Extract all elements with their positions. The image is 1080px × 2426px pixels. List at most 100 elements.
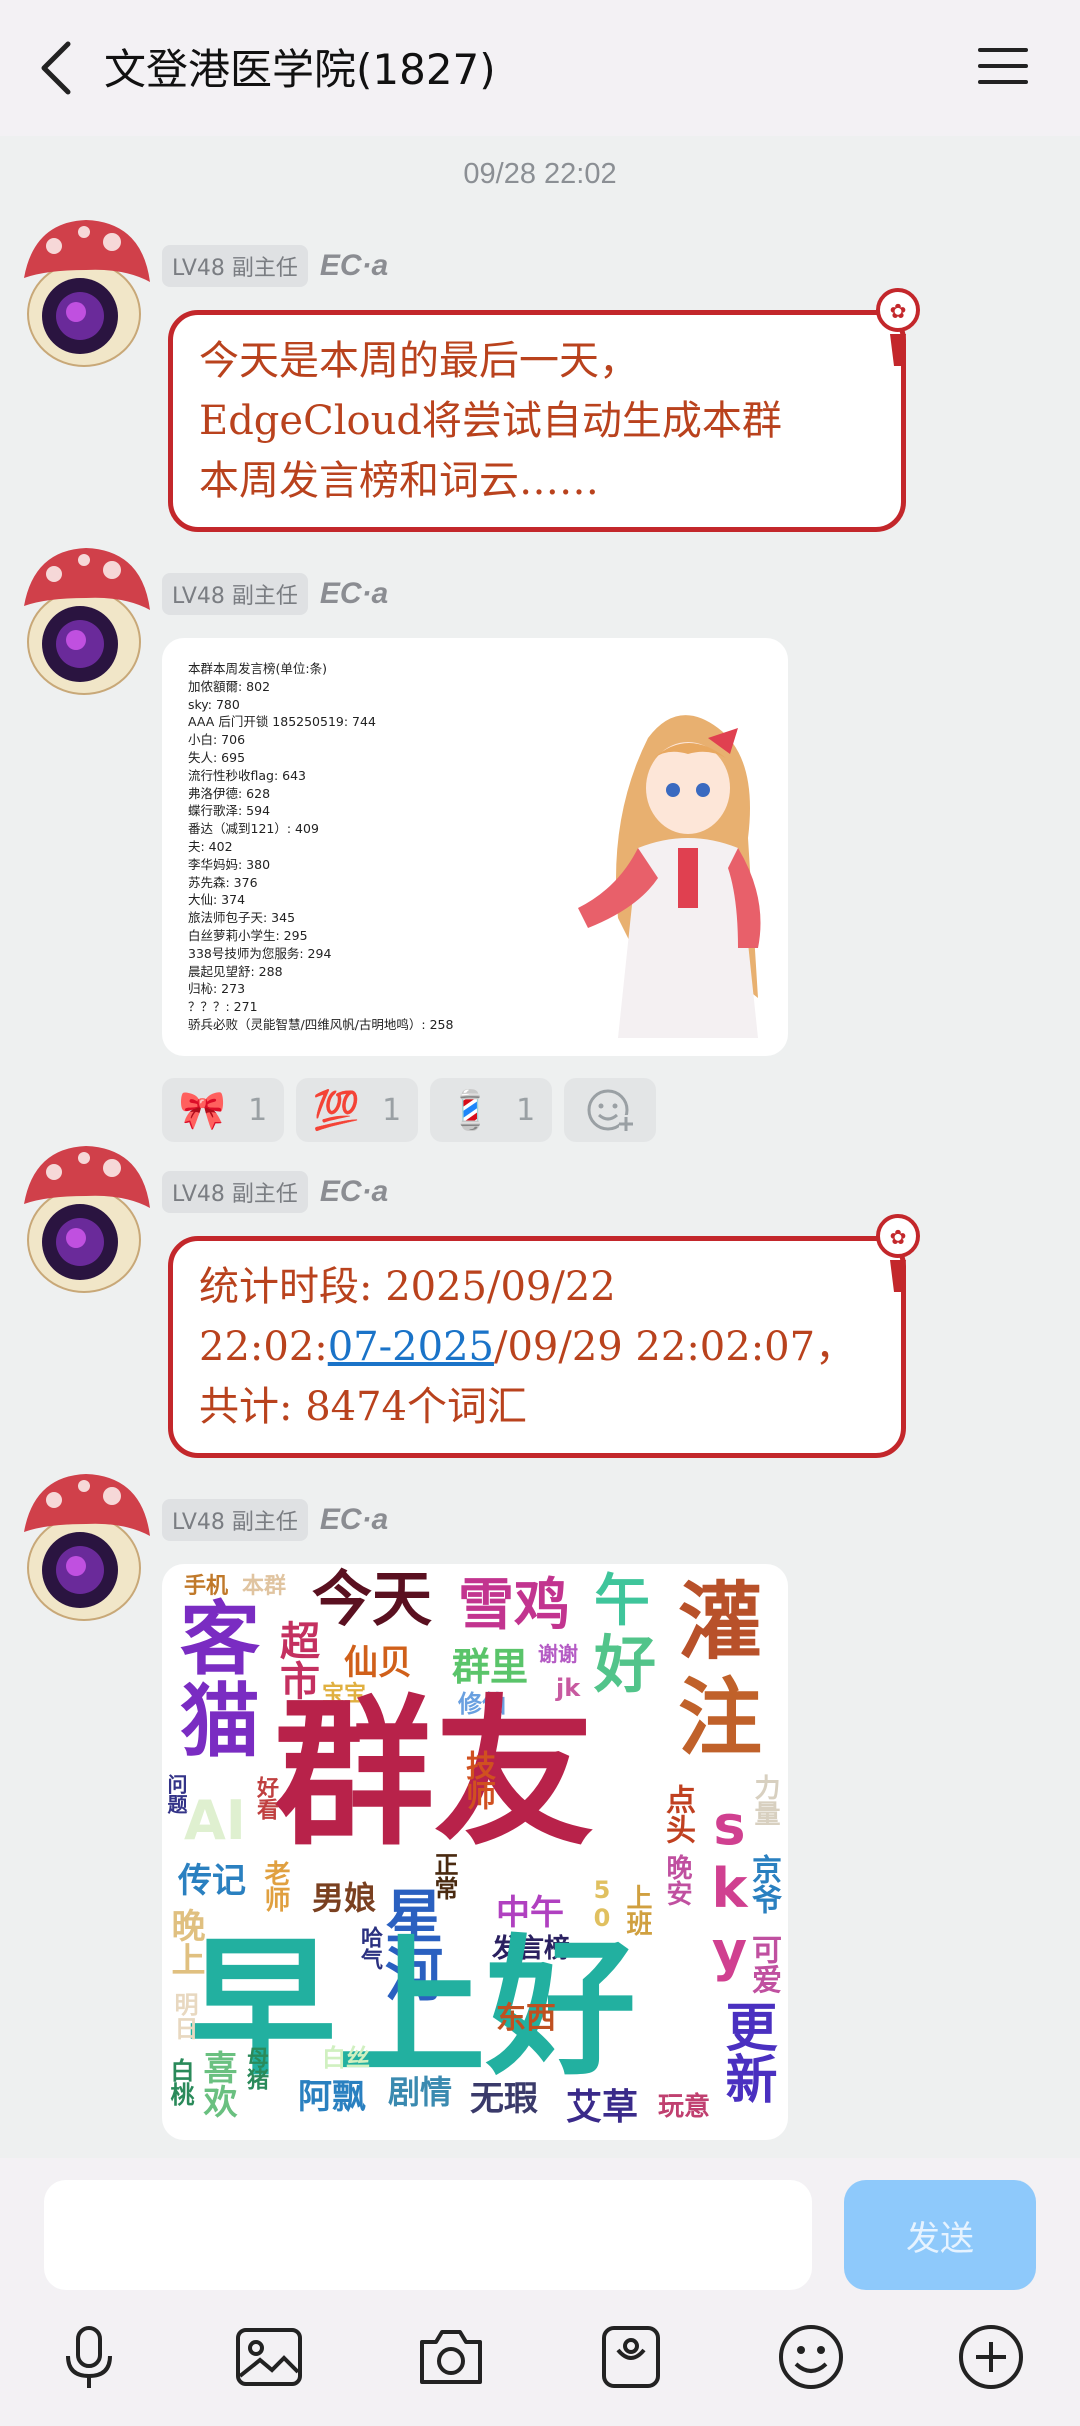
- word: 玩意: [658, 2092, 711, 2122]
- image-icon[interactable]: [232, 2320, 306, 2394]
- sender-meta: LV48 副主任 EC·a: [162, 573, 388, 615]
- bubble-decoration-icon: ✿: [876, 1214, 920, 1292]
- word: 今天: [312, 1565, 432, 1635]
- sender-meta: LV48 副主任 EC·a: [162, 1499, 388, 1541]
- word-cloud-image[interactable]: 手机 本群 今天 雪鸡 午 好 灌 注 客 超市 仙贝 群里 谢谢 猫 宝宝 修…: [162, 1564, 788, 2140]
- message-line: 统计时段: 2025/09/22: [199, 1264, 616, 1310]
- ranking-entry: 苏先森: 376: [188, 874, 258, 890]
- ranking-entry: 本群本周发言榜(单位:条): [188, 661, 327, 676]
- word: 群友: [274, 1680, 595, 1867]
- message-text: 22:02:: [199, 1324, 328, 1370]
- emoji-icon[interactable]: [774, 2320, 848, 2394]
- ranking-entry: 大仙: 374: [188, 892, 246, 908]
- word: 母猪: [243, 2046, 268, 2090]
- avatar[interactable]: [14, 540, 154, 700]
- camera-icon[interactable]: [414, 2320, 488, 2394]
- word: 午: [594, 1569, 650, 1634]
- reaction-ribbon[interactable]: 🎀 1: [162, 1078, 284, 1142]
- hundred-points-icon: 💯: [312, 1087, 361, 1132]
- message-bubble[interactable]: 今天是本周的最后一天， EdgeCloud将尝试自动生成本群 本周发言榜和词云……: [168, 310, 906, 532]
- ranking-image[interactable]: 本群本周发言榜(单位:条) 加侬額爾: 802 sky: 780 AAA 后门开锁 1…: [162, 638, 788, 1056]
- add-reaction-icon: [587, 1089, 633, 1131]
- ranking-entry: 白丝萝莉小学生: 295: [188, 927, 308, 943]
- word: 白桃: [166, 2058, 194, 2106]
- reaction-count: 1: [382, 1092, 402, 1128]
- avatar[interactable]: [14, 1138, 154, 1298]
- avatar[interactable]: [14, 1466, 154, 1626]
- message-input[interactable]: [44, 2180, 812, 2290]
- ranking-entry: 归杺: 273: [188, 981, 246, 997]
- word: 力量: [750, 1774, 780, 1826]
- word: 好看: [253, 1776, 278, 1820]
- chevron-left-icon[interactable]: [36, 40, 80, 96]
- sender-meta: LV48 副主任 EC·a: [162, 1171, 388, 1213]
- message-line: 共计: 8474个词汇: [199, 1384, 527, 1430]
- add-reaction-button[interactable]: [564, 1078, 656, 1142]
- message-bubble[interactable]: 统计时段: 2025/09/22 22:02:07-2025/09/29 22:…: [168, 1236, 906, 1458]
- svg-text:✿: ✿: [890, 299, 907, 323]
- word: 晚安: [662, 1854, 692, 1906]
- word: 注: [678, 1669, 763, 1767]
- chat-header: 文登港医学院(1827): [0, 0, 1080, 136]
- sender-name[interactable]: EC·a: [320, 1175, 388, 1209]
- message-line: EdgeCloud将尝试自动生成本群: [199, 398, 782, 444]
- ranking-entry: 加侬額爾: 802: [188, 678, 271, 694]
- ranking-entry: 骄兵必败（灵能智慧/四维风帆/古明地鸣）: 258: [188, 1016, 454, 1032]
- message-text: /09/29 22:02:07，: [493, 1324, 856, 1370]
- date-link[interactable]: 07-2025: [328, 1324, 494, 1370]
- anime-girl-illustration: [578, 715, 761, 1038]
- word: 雪鸡: [458, 1573, 570, 1638]
- ranking-entry: 夫: 402: [188, 838, 233, 854]
- reaction-barber[interactable]: 💈 1: [430, 1078, 552, 1142]
- level-badge: LV48 副主任: [162, 1499, 308, 1541]
- ranking-entry: 李华妈妈: 380: [188, 856, 271, 872]
- level-badge: LV48 副主任: [162, 1171, 308, 1213]
- reaction-count: 1: [248, 1092, 268, 1128]
- ranking-entry: 流行性秒收flag: 643: [188, 767, 307, 783]
- word: 艾草: [566, 2087, 639, 2128]
- group-title: 文登港医学院(1827): [104, 45, 496, 94]
- sender-name[interactable]: EC·a: [320, 577, 388, 611]
- word: 京爷: [746, 1854, 781, 1914]
- send-button[interactable]: 发送: [844, 2180, 1036, 2290]
- reaction-hundred[interactable]: 💯 1: [296, 1078, 418, 1142]
- svg-text:✿: ✿: [890, 1225, 907, 1249]
- sender-meta: LV48 副主任 EC·a: [162, 245, 388, 287]
- ribbon-icon: 🎀: [178, 1087, 227, 1132]
- word: 客: [180, 1593, 260, 1686]
- sender-name[interactable]: EC·a: [320, 1503, 388, 1537]
- hamburger-menu-icon[interactable]: [976, 44, 1030, 88]
- message-line: 今天是本周的最后一天，: [199, 338, 639, 384]
- level-badge: LV48 副主任: [162, 245, 308, 287]
- word: 点头: [660, 1784, 695, 1844]
- word: 好: [594, 1628, 657, 1701]
- ranking-entry: 晨起见望舒: 288: [188, 963, 283, 979]
- word: 喜欢: [197, 2050, 237, 2118]
- plus-icon[interactable]: [954, 2320, 1028, 2394]
- word: AI: [184, 1789, 246, 1852]
- ranking-entry: ？？？: 271: [188, 999, 258, 1015]
- message-line: 22:02:07-2025/09/29 22:02:07，: [199, 1317, 875, 1377]
- ranking-entry: sky: 780: [188, 696, 240, 712]
- word: 更新: [716, 2000, 776, 2104]
- ranking-entry: AAA 后门开锁 185250519: 744: [188, 714, 376, 730]
- word: 老师: [260, 1860, 290, 1912]
- word: 技师: [460, 1750, 495, 1810]
- barber-pole-icon: 💈: [446, 1087, 495, 1132]
- message-input-bar: 发送: [0, 2158, 1080, 2298]
- reaction-count: 1: [516, 1092, 536, 1128]
- sender-name[interactable]: EC·a: [320, 249, 388, 283]
- ranking-entry: 338号技师为您服务: 294: [188, 945, 332, 961]
- word: 阿飘: [298, 2077, 366, 2117]
- word: 明日: [170, 1992, 198, 2040]
- avatar[interactable]: [14, 212, 154, 372]
- ranking-list: 本群本周发言榜(单位:条) 加侬額爾: 802 sky: 780 AAA 后门开锁 1…: [188, 660, 453, 1034]
- ranking-entry: 蝶行歌泽: 594: [188, 803, 271, 819]
- ranking-entry: 弗洛伊德: 628: [188, 785, 271, 801]
- microphone-icon[interactable]: [52, 2320, 126, 2394]
- ranking-entry: 失人: 695: [188, 749, 246, 765]
- word: 东西: [496, 2001, 556, 2036]
- sticker-icon[interactable]: [594, 2320, 668, 2394]
- word: 传记: [178, 1861, 246, 1901]
- word: 可爱: [746, 1934, 781, 1994]
